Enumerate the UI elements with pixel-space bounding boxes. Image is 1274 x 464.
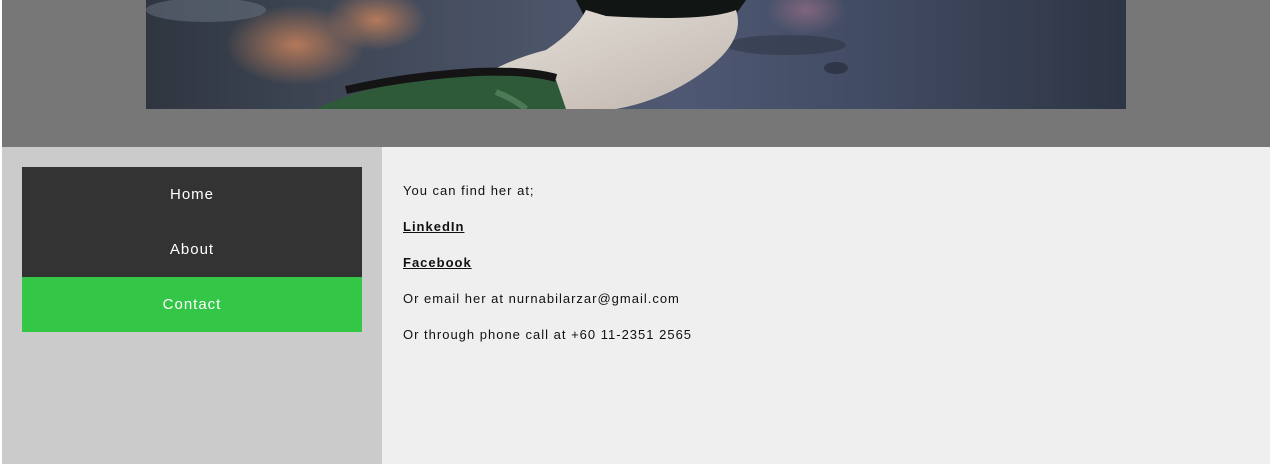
content-panel: You can find her at; LinkedIn Facebook O… bbox=[382, 147, 1270, 464]
nav-item-about[interactable]: About bbox=[22, 222, 362, 277]
nav-menu: Home About Contact bbox=[22, 167, 362, 332]
sidebar: Home About Contact bbox=[2, 147, 382, 464]
facebook-link[interactable]: Facebook bbox=[403, 255, 472, 270]
facebook-row: Facebook bbox=[403, 255, 692, 271]
hero-photo-hand-holding-phone bbox=[146, 0, 848, 109]
phone-text: Or through phone call at +60 11-2351 256… bbox=[403, 327, 693, 342]
page: Home About Contact You can find her at; … bbox=[2, 0, 1270, 464]
header bbox=[2, 0, 1270, 147]
hero-image bbox=[146, 0, 1126, 109]
linkedin-link[interactable]: LinkedIn bbox=[403, 219, 464, 234]
nav-item-contact[interactable]: Contact bbox=[22, 277, 362, 332]
email-text: Or email her at nurnabilarzar@gmail.com bbox=[403, 291, 680, 306]
contact-section: You can find her at; LinkedIn Facebook O… bbox=[403, 183, 692, 363]
linkedin-row: LinkedIn bbox=[403, 219, 692, 235]
nav-item-home[interactable]: Home bbox=[22, 167, 362, 222]
contact-intro: You can find her at; bbox=[403, 183, 535, 198]
